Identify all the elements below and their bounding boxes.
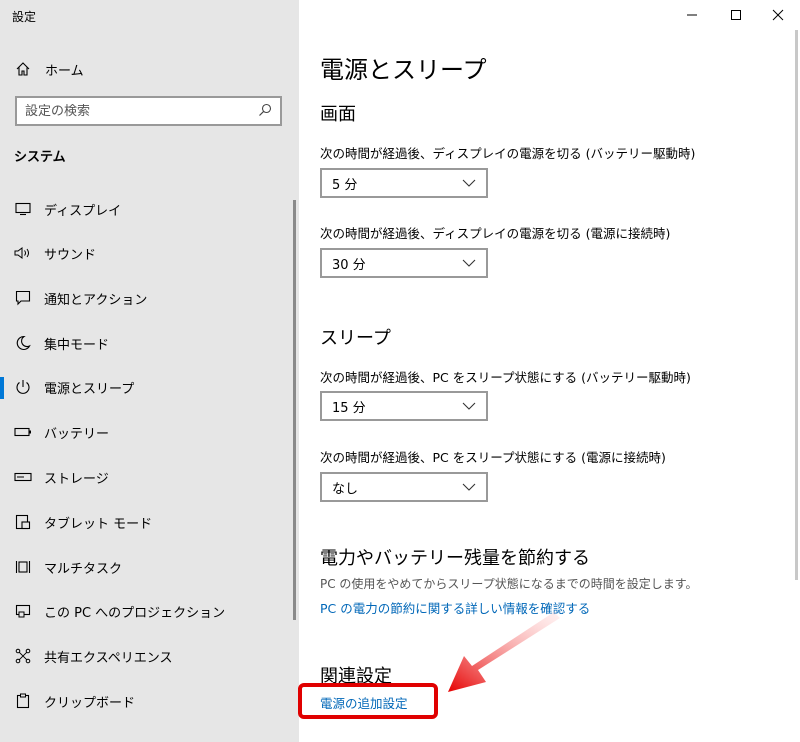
screen-battery-label: 次の時間が経過後、ディスプレイの電源を切る (バッテリー駆動時): [320, 146, 696, 161]
notification-icon: [14, 289, 32, 307]
sidebar-item-clipboard[interactable]: クリップボード: [0, 681, 291, 721]
save-heading: 電力やバッテリー残量を節約する: [320, 548, 590, 569]
sidebar-item-label: 通知とアクション: [44, 292, 148, 308]
battery-icon: [14, 423, 32, 441]
shared-icon: [14, 647, 32, 665]
sidebar-item-label: タブレット モード: [44, 516, 153, 532]
multitask-icon: [14, 558, 32, 576]
sidebar-item-label: クリップボード: [44, 695, 136, 711]
sleep-plugged-dropdown[interactable]: なし: [320, 472, 488, 502]
search-icon[interactable]: [258, 102, 272, 121]
projection-icon: [14, 602, 32, 620]
annotation-arrow-icon: [448, 612, 560, 692]
moon-icon: [14, 334, 32, 352]
save-description: PC の使用をやめてからスリープ状態になるまでの時間を設定します。: [320, 577, 698, 591]
storage-icon: [14, 468, 32, 486]
sidebar-item-label: 電源とスリープ: [44, 381, 135, 397]
main-scrollbar[interactable]: [795, 30, 798, 580]
screen-heading: 画面: [320, 104, 356, 125]
sidebar-item-label: マルチタスク: [44, 561, 123, 577]
sidebar-item-label: バッテリー: [44, 426, 110, 442]
search-box[interactable]: [15, 96, 282, 126]
page-title: 電源とスリープ: [320, 56, 487, 84]
monitor-icon: [14, 200, 32, 218]
power-icon: [14, 378, 32, 396]
sidebar-item-label: ストレージ: [44, 471, 109, 487]
sidebar-item-multitask[interactable]: マルチタスク: [0, 547, 291, 587]
sidebar-item-label: サウンド: [44, 247, 97, 263]
sidebar-item-projection[interactable]: この PC へのプロジェクション: [0, 591, 291, 631]
highlight-box: [298, 683, 438, 719]
chevron-down-icon: [462, 179, 476, 187]
sidebar-item-battery[interactable]: バッテリー: [0, 412, 291, 452]
sidebar-item-label: ディスプレイ: [44, 203, 122, 219]
sleep-battery-dropdown[interactable]: 15 分: [320, 391, 488, 421]
sidebar-scrollbar[interactable]: [293, 200, 296, 620]
dropdown-value: 15 分: [332, 400, 366, 416]
search-input[interactable]: [25, 103, 258, 119]
sidebar-item-label: この PC へのプロジェクション: [44, 605, 226, 621]
dropdown-value: なし: [332, 481, 359, 497]
dropdown-value: 30 分: [332, 257, 366, 273]
sidebar-item-storage[interactable]: ストレージ: [0, 457, 291, 497]
active-indicator: [0, 377, 4, 399]
home-icon: [14, 60, 32, 78]
sidebar-item-label: 集中モード: [44, 337, 110, 353]
sidebar: 設定 ホーム システム ディスプレイ サウンド 通知とアクション 集中モード 電…: [0, 0, 299, 742]
dropdown-value: 5 分: [332, 177, 358, 193]
screen-battery-dropdown[interactable]: 5 分: [320, 168, 488, 198]
sidebar-item-display[interactable]: ディスプレイ: [0, 189, 291, 229]
tablet-icon: [14, 513, 32, 531]
chevron-down-icon: [462, 259, 476, 267]
sidebar-item-focus[interactable]: 集中モード: [0, 323, 291, 363]
sleep-battery-label: 次の時間が経過後、PC をスリープ状態にする (バッテリー駆動時): [320, 370, 691, 385]
speaker-icon: [14, 244, 32, 262]
window-title: 設定: [12, 10, 37, 24]
chevron-down-icon: [462, 483, 476, 491]
sidebar-item-label: 共有エクスペリエンス: [44, 650, 173, 666]
sidebar-item-shared[interactable]: 共有エクスペリエンス: [0, 636, 291, 676]
clipboard-icon: [14, 692, 32, 710]
home-nav[interactable]: ホーム: [14, 58, 84, 80]
chevron-down-icon: [462, 402, 476, 410]
sleep-plugged-label: 次の時間が経過後、PC をスリープ状態にする (電源に接続時): [320, 450, 666, 465]
sidebar-item-power-sleep[interactable]: 電源とスリープ: [0, 367, 291, 407]
sleep-heading: スリープ: [320, 328, 391, 349]
section-title: システム: [14, 150, 66, 165]
sidebar-item-notifications[interactable]: 通知とアクション: [0, 278, 291, 318]
sidebar-item-tablet[interactable]: タブレット モード: [0, 502, 291, 542]
home-label: ホーム: [45, 63, 84, 79]
screen-plugged-label: 次の時間が経過後、ディスプレイの電源を切る (電源に接続時): [320, 226, 671, 241]
sidebar-item-sound[interactable]: サウンド: [0, 233, 291, 273]
screen-plugged-dropdown[interactable]: 30 分: [320, 248, 488, 278]
